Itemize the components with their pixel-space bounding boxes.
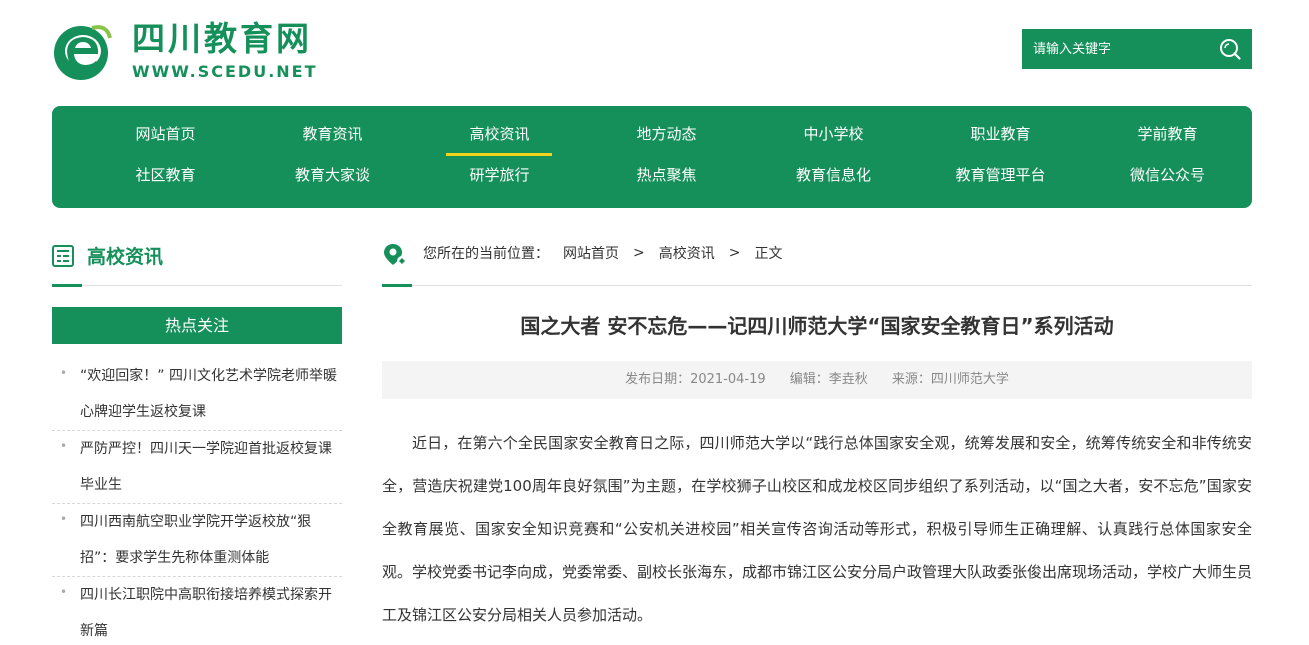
news-list-icon	[52, 245, 74, 267]
breadcrumb-section-link[interactable]: 高校资讯	[659, 243, 715, 263]
article-title: 国之大者 安不忘危——记四川师范大学“国家安全教育日”系列活动	[520, 314, 1114, 338]
search-icon	[1219, 39, 1241, 60]
hot-topic-link[interactable]: 四川西南航空职业学院开学返校放“狠招”：要求学生先称体重测体能	[80, 504, 340, 576]
breadcrumb: 您所在的当前位置： 网站首页 > 高校资讯 > 正文	[382, 236, 1252, 287]
logo-e-icon	[52, 20, 114, 82]
breadcrumb-separator: >	[633, 245, 645, 261]
main-nav: 网站首页 教育资讯 高校资讯 地方动态 中小学校 职业教育 学前教育 社区教育 …	[52, 106, 1252, 208]
nav-item-hot-topics[interactable]: 热点聚焦	[583, 159, 750, 200]
nav-row-2: 社区教育 教育大家谈 研学旅行 热点聚焦 教育信息化 教育管理平台 微信公众号	[52, 159, 1252, 200]
hot-topic-item[interactable]: • 四川西南航空职业学院开学返校放“狠招”：要求学生先称体重测体能	[52, 504, 342, 577]
nav-item-schools[interactable]: 中小学校	[750, 118, 917, 159]
hot-topics-header: 热点关注	[52, 307, 342, 344]
nav-item-study-travel[interactable]: 研学旅行	[416, 159, 583, 200]
site-url: WWW.SCEDU.NET	[132, 62, 318, 81]
site-logo[interactable]: 四川教育网 WWW.SCEDU.NET	[52, 16, 352, 86]
hot-topics-list: • “欢迎回家！” 四川文化艺术学院老师举暖心牌迎学生返校复课 • 严防严控！四…	[52, 358, 342, 645]
sidebar-title: 高校资讯	[87, 246, 164, 268]
hot-topic-item[interactable]: • “欢迎回家！” 四川文化艺术学院老师举暖心牌迎学生返校复课	[52, 358, 342, 431]
article-editor: 编辑：李垚秋	[789, 372, 868, 387]
bullet-icon: •	[60, 585, 68, 599]
nav-item-local-news[interactable]: 地方动态	[583, 118, 750, 159]
breadcrumb-prefix: 您所在的当前位置：	[423, 246, 549, 262]
hot-topic-link[interactable]: “欢迎回家！” 四川文化艺术学院老师举暖心牌迎学生返校复课	[80, 358, 340, 430]
nav-item-university-news[interactable]: 高校资讯	[416, 118, 583, 159]
hot-topic-item[interactable]: • 四川长江职院中高职衔接培养模式探索开新篇	[52, 577, 342, 645]
breadcrumb-home-link[interactable]: 网站首页	[563, 243, 619, 263]
breadcrumb-separator: >	[728, 245, 741, 261]
nav-item-vocational[interactable]: 职业教育	[917, 118, 1084, 159]
nav-item-informatization[interactable]: 教育信息化	[750, 159, 917, 200]
hot-topic-item[interactable]: • 严防严控！四川天一学院迎首批返校复课毕业生	[52, 431, 342, 504]
bullet-icon: •	[60, 439, 68, 453]
nav-item-home[interactable]: 网站首页	[82, 118, 249, 159]
sidebar-header: 高校资讯	[52, 236, 342, 287]
search-box	[1022, 29, 1252, 69]
nav-item-preschool[interactable]: 学前教育	[1084, 118, 1251, 159]
site-title: 四川教育网	[132, 19, 312, 58]
location-pin-icon	[384, 244, 407, 266]
nav-item-forum[interactable]: 教育大家谈	[249, 159, 416, 200]
article-meta: 发布日期：2021-04-19 编辑：李垚秋 来源：四川师范大学	[382, 361, 1252, 399]
nav-row-1: 网站首页 教育资讯 高校资讯 地方动态 中小学校 职业教育 学前教育	[52, 118, 1252, 159]
breadcrumb-current: 正文	[754, 246, 783, 262]
search-button[interactable]	[1207, 29, 1252, 69]
nav-item-education-news[interactable]: 教育资讯	[249, 118, 416, 159]
nav-item-community[interactable]: 社区教育	[82, 159, 249, 200]
nav-item-management-platform[interactable]: 教育管理平台	[917, 159, 1084, 200]
hot-topic-link[interactable]: 严防严控！四川天一学院迎首批返校复课毕业生	[80, 431, 340, 503]
publish-date: 发布日期：2021-04-19	[625, 372, 766, 387]
bullet-icon: •	[60, 366, 68, 380]
article-body: 近日，在第六个全民国家安全教育日之际，四川师范大学以“践行总体国家安全观，统筹发…	[382, 434, 1253, 624]
hot-topic-link[interactable]: 四川长江职院中高职衔接培养模式探索开新篇	[80, 577, 340, 645]
bullet-icon: •	[60, 512, 68, 526]
nav-item-wechat[interactable]: 微信公众号	[1084, 159, 1251, 200]
article-source: 来源：四川师范大学	[891, 372, 1009, 387]
search-input[interactable]	[1022, 29, 1207, 69]
